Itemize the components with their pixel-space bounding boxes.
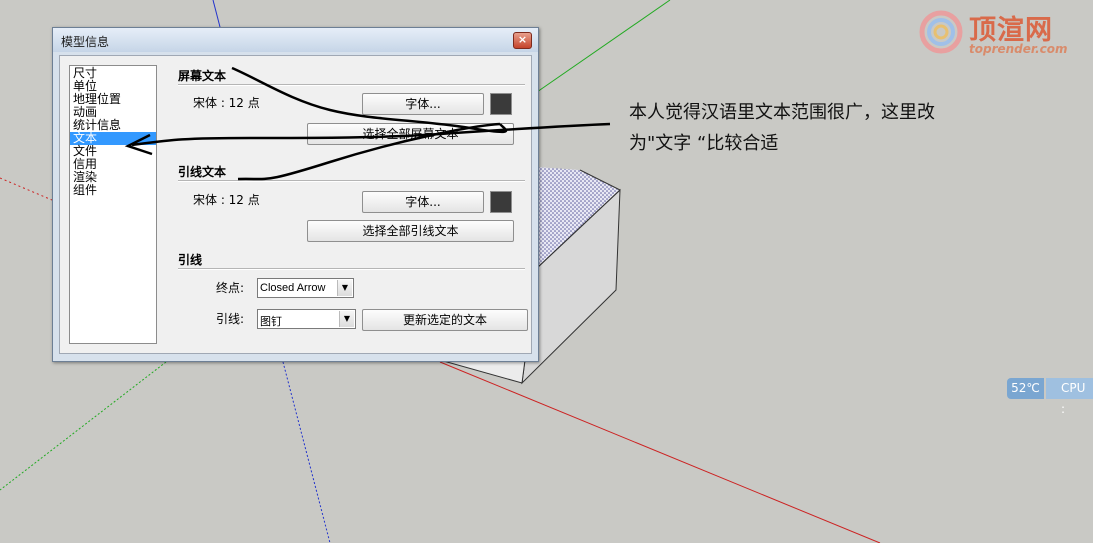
scribble-stroke — [131, 122, 611, 147]
annotation-line: 为"文字 “比较合适 — [629, 133, 779, 154]
annotation-note: 本人觉得汉语里文本范围很广，这里改 为"文字 “比较合适 — [629, 97, 969, 159]
scribble-stroke — [231, 66, 508, 134]
cpu-readout: CPU : — [1046, 378, 1093, 416]
annotation-scribble — [124, 66, 611, 181]
annotation-line: 本人觉得汉语里文本范围很广，这里改 — [629, 102, 935, 123]
watermark-logo: 顶渲网 toprender.com — [918, 9, 1078, 59]
temperature-readout: 52℃ — [1007, 378, 1044, 399]
logo-swirl-icon — [919, 10, 963, 54]
logo-subtext: toprender.com — [969, 42, 1068, 56]
